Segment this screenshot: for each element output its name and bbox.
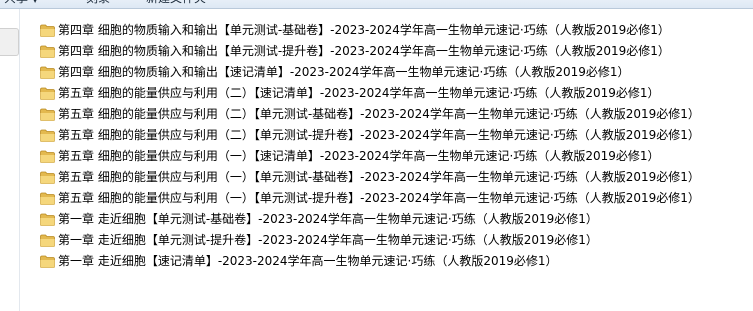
chevron-down-icon: ▼ [32,0,38,4]
file-name: 第四章 细胞的物质输入和输出【单元测试-基础卷】-2023-2024学年高一生物… [58,23,670,37]
nav-selected-item[interactable] [0,28,19,56]
file-name: 第五章 细胞的能量供应与利用（二）【单元测试-提升卷】-2023-2024学年高… [58,128,700,142]
list-item[interactable]: 第四章 细胞的物质输入和输出【速记清单】-2023-2024学年高一生物单元速记… [36,62,751,83]
file-list: 第四章 细胞的物质输入和输出【单元测试-基础卷】-2023-2024学年高一生物… [36,20,751,272]
folder-icon [40,66,55,79]
new-folder-button[interactable]: 新建文件夹 [146,0,206,8]
list-item[interactable]: 第五章 细胞的能量供应与利用（一）【单元测试-提升卷】-2023-2024学年高… [36,188,751,209]
list-item[interactable]: 第一章 走近细胞【速记清单】-2023-2024学年高一生物单元速记·巧练（人教… [36,251,751,272]
folder-icon [40,87,55,100]
list-item[interactable]: 第四章 细胞的物质输入和输出【单元测试-基础卷】-2023-2024学年高一生物… [36,20,751,41]
file-name: 第一章 走近细胞【单元测试-提升卷】-2023-2024学年高一生物单元速记·巧… [58,233,598,247]
list-item[interactable]: 第五章 细胞的能量供应与利用（二）【单元测试-基础卷】-2023-2024学年高… [36,104,751,125]
folder-icon [40,213,55,226]
folder-icon [40,192,55,205]
file-name: 第一章 走近细胞【速记清单】-2023-2024学年高一生物单元速记·巧练（人教… [58,254,558,268]
list-item[interactable]: 第四章 细胞的物质输入和输出【单元测试-提升卷】-2023-2024学年高一生物… [36,41,751,62]
list-item[interactable]: 第五章 细胞的能量供应与利用（一）【单元测试-基础卷】-2023-2024学年高… [36,167,751,188]
list-item[interactable]: 第一章 走近细胞【单元测试-基础卷】-2023-2024学年高一生物单元速记·巧… [36,209,751,230]
explorer-window: 共享 ▼ 刻录 新建文件夹 第四章 细胞的物质输入和输出【单元测试-基础卷】-20… [0,0,753,311]
file-name: 第四章 细胞的物质输入和输出【速记清单】-2023-2024学年高一生物单元速记… [58,65,630,79]
file-name: 第一章 走近细胞【单元测试-基础卷】-2023-2024学年高一生物单元速记·巧… [58,212,598,226]
folder-icon [40,129,55,142]
file-name: 第四章 细胞的物质输入和输出【单元测试-提升卷】-2023-2024学年高一生物… [58,44,670,58]
list-item[interactable]: 第五章 细胞的能量供应与利用（一）【速记清单】-2023-2024学年高一生物单… [36,146,751,167]
file-name: 第五章 细胞的能量供应与利用（一）【单元测试-提升卷】-2023-2024学年高… [58,191,700,205]
list-item[interactable]: 第一章 走近细胞【单元测试-提升卷】-2023-2024学年高一生物单元速记·巧… [36,230,751,251]
file-name: 第五章 细胞的能量供应与利用（一）【单元测试-基础卷】-2023-2024学年高… [58,170,700,184]
folder-icon [40,45,55,58]
file-name: 第五章 细胞的能量供应与利用（一）【速记清单】-2023-2024学年高一生物单… [58,149,660,163]
folder-icon [40,108,55,121]
folder-icon [40,24,55,37]
list-item[interactable]: 第五章 细胞的能量供应与利用（二）【速记清单】-2023-2024学年高一生物单… [36,83,751,104]
file-name: 第五章 细胞的能量供应与利用（二）【速记清单】-2023-2024学年高一生物单… [58,86,660,100]
share-label: 共享 [4,0,28,5]
folder-icon [40,171,55,184]
navigation-pane[interactable] [0,9,20,311]
folder-icon [40,255,55,268]
file-name: 第五章 细胞的能量供应与利用（二）【单元测试-基础卷】-2023-2024学年高… [58,107,700,121]
folder-icon [40,150,55,163]
folder-icon [40,234,55,247]
burn-button[interactable]: 刻录 [86,0,110,8]
toolbar: 共享 ▼ 刻录 新建文件夹 [0,0,753,9]
share-menu-button[interactable]: 共享 ▼ [4,0,38,8]
list-item[interactable]: 第五章 细胞的能量供应与利用（二）【单元测试-提升卷】-2023-2024学年高… [36,125,751,146]
